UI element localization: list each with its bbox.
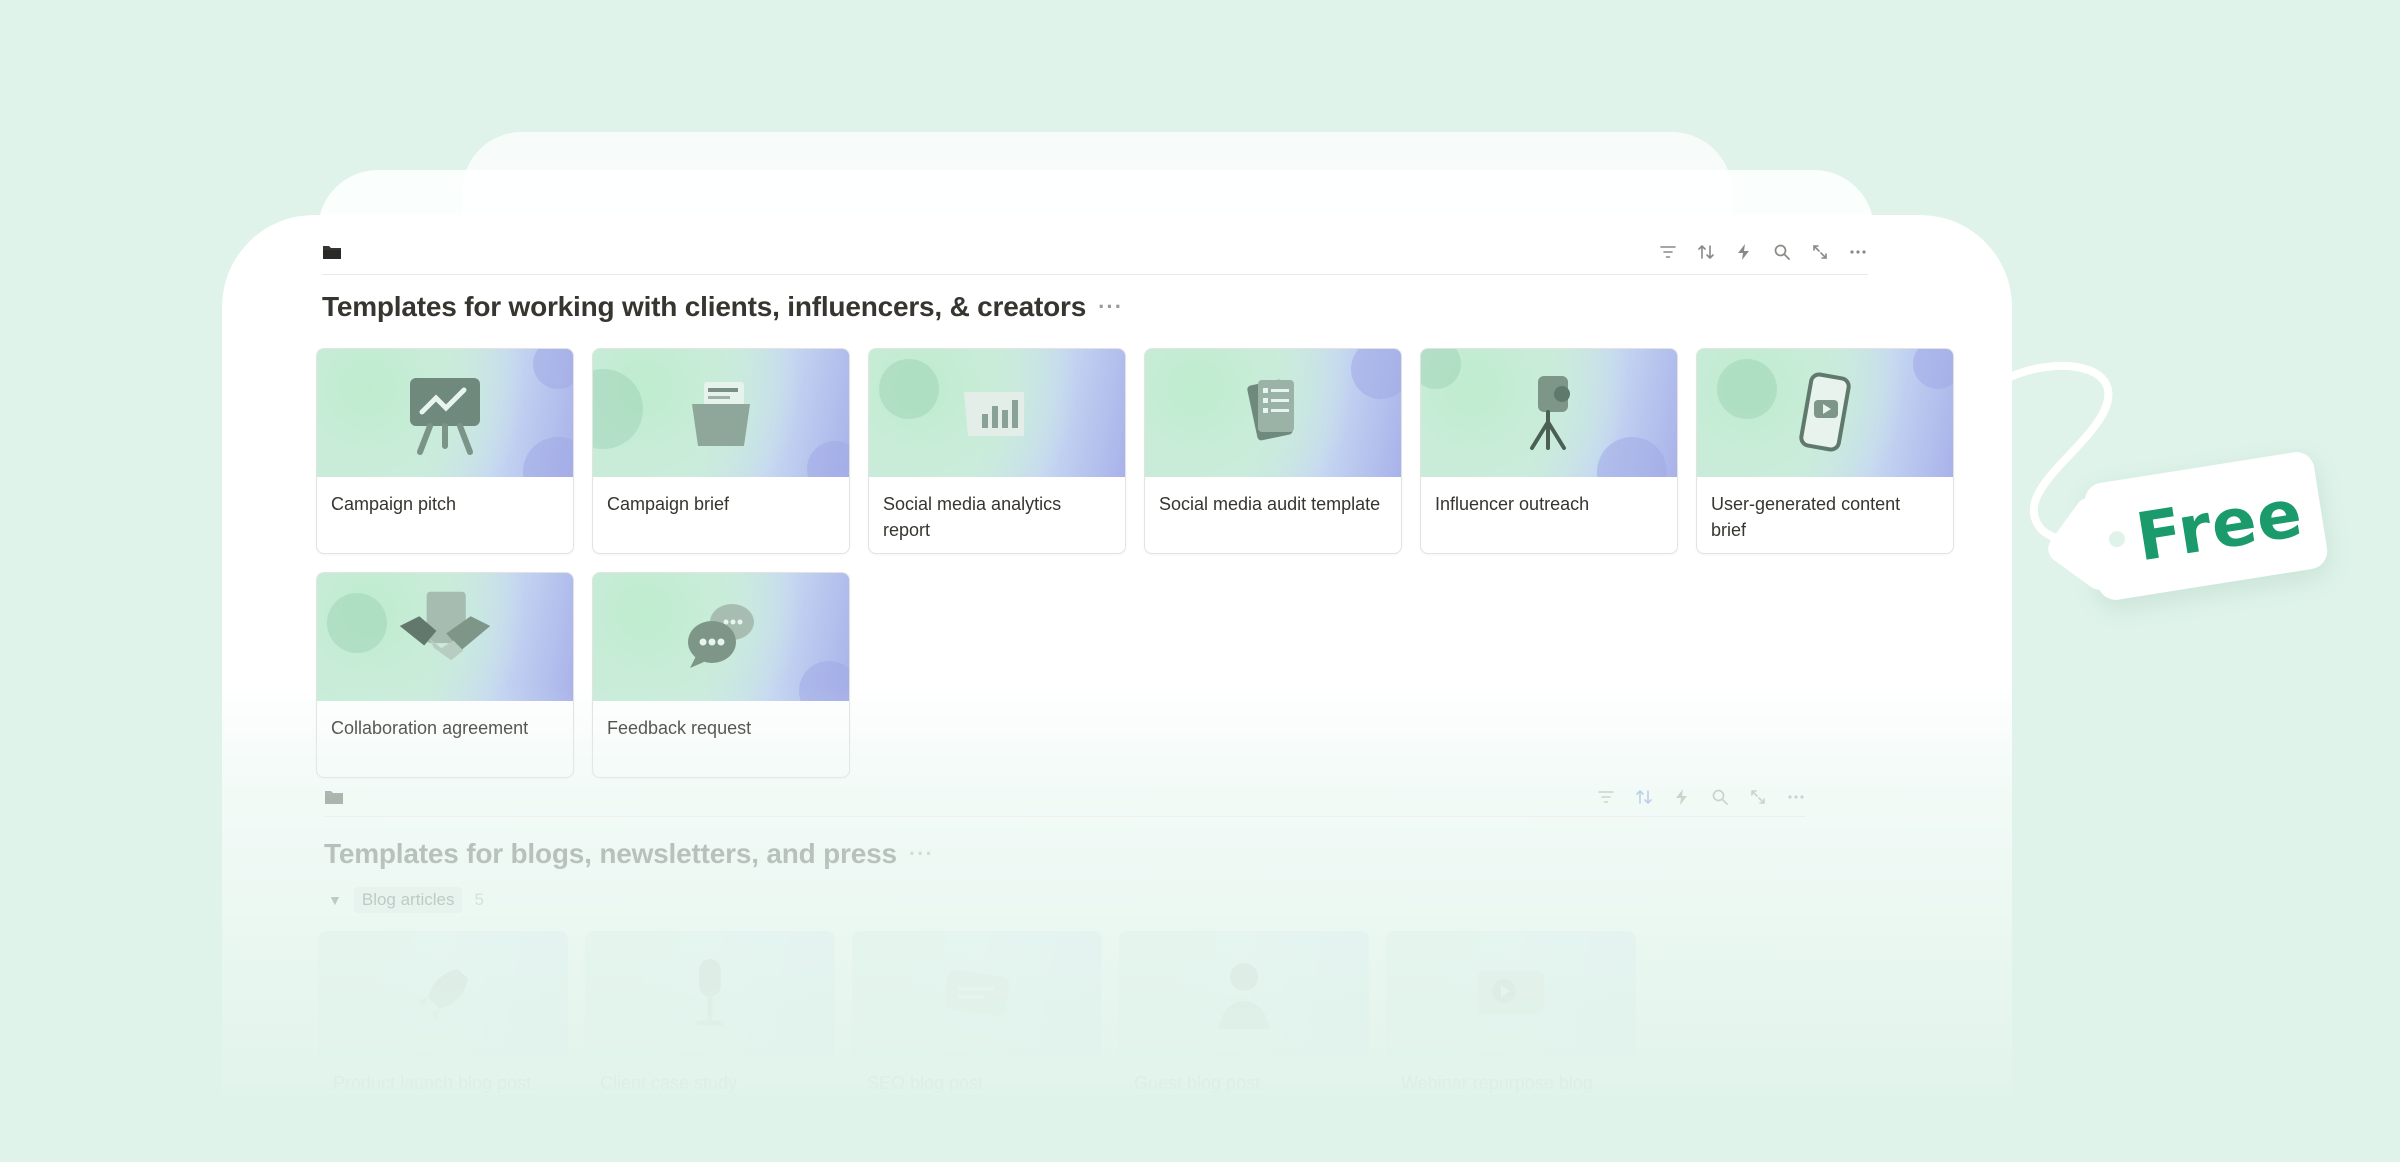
template-card-collaboration-agreement[interactable]: Collaboration agreement	[316, 572, 574, 778]
card-cover	[317, 573, 573, 701]
section-title: Templates for working with clients, infl…	[322, 291, 1123, 323]
card-cover	[1421, 349, 1677, 477]
group-count: 5	[474, 890, 484, 909]
more-options-icon[interactable]	[1786, 787, 1806, 807]
camera-tripod-icon	[1530, 376, 1570, 450]
template-card-client-case-study[interactable]: Client case study	[585, 931, 835, 1095]
card-title: Social media analytics report	[883, 494, 1062, 540]
section-more-button[interactable]: ···	[909, 843, 934, 865]
gallery-grid: Campaign pitch Campaign brief Social med…	[316, 348, 1960, 778]
card-cover	[853, 932, 1101, 1056]
template-card-campaign-brief[interactable]: Campaign brief	[592, 348, 850, 554]
checklist-icon	[1247, 379, 1294, 441]
search-icon[interactable]	[1710, 787, 1730, 807]
folder-icon[interactable]	[324, 787, 344, 807]
filter-icon[interactable]	[1658, 242, 1678, 262]
template-card-guest-blog-post[interactable]: Guest blog post	[1119, 931, 1369, 1095]
card-title: Campaign pitch	[331, 494, 457, 514]
filter-icon[interactable]	[1596, 787, 1616, 807]
microphone-icon	[696, 959, 724, 1026]
card-cover	[317, 349, 573, 477]
free-price-tag: Free	[1990, 355, 2400, 615]
card-cover	[1145, 349, 1401, 477]
presentation-chart-icon	[410, 378, 480, 455]
chat-bubbles-icon	[688, 604, 754, 668]
template-card-campaign-pitch[interactable]: Campaign pitch	[316, 348, 574, 554]
card-title: Feedback request	[607, 718, 752, 738]
card-cover	[593, 573, 849, 701]
expand-icon[interactable]	[1810, 242, 1830, 262]
template-card-influencer-outreach[interactable]: Influencer outreach	[1420, 348, 1678, 554]
handshake-icon	[399, 591, 491, 661]
card-cover	[319, 932, 567, 1056]
phone-play-icon	[1799, 372, 1851, 452]
video-player-icon	[1478, 971, 1544, 1015]
card-title: SEO blog post	[867, 1073, 984, 1093]
card-title: Campaign brief	[607, 494, 730, 514]
card-cover	[593, 349, 849, 477]
collapse-caret-icon[interactable]: ▼	[328, 892, 342, 908]
template-card-user-generated-content-brief[interactable]: User-generated content brief	[1696, 348, 1954, 554]
automation-lightning-icon[interactable]	[1734, 242, 1754, 262]
group-label: Blog articles	[353, 887, 463, 913]
free-label: Free	[2131, 474, 2309, 577]
tag-hole	[2107, 529, 2127, 549]
bar-chart-scroll-icon	[964, 392, 1024, 436]
template-card-seo-blog-post[interactable]: SEO blog post	[852, 931, 1102, 1095]
folder-icon[interactable]	[322, 242, 342, 262]
card-title: Social media audit template	[1159, 494, 1381, 514]
card-cover	[869, 349, 1125, 477]
card-cover	[586, 932, 834, 1056]
folder-documents-icon	[692, 382, 750, 446]
card-title: Webinar repurpose blog post	[1401, 1073, 1593, 1093]
expand-icon[interactable]	[1748, 787, 1768, 807]
more-options-icon[interactable]	[1848, 242, 1868, 262]
gallery-grid-2: Product launch blog post Client case stu…	[318, 931, 1636, 1095]
card-title: Collaboration agreement	[331, 718, 529, 738]
section-title-text: Templates for blogs, newsletters, and pr…	[324, 838, 897, 869]
rocket-icon	[418, 969, 468, 1019]
section-title-text: Templates for working with clients, infl…	[322, 291, 1087, 322]
card-title: User-generated content brief	[1711, 494, 1901, 540]
card-title: Product launch blog post	[333, 1073, 532, 1093]
card-title: Client case study	[600, 1073, 738, 1093]
section-title-2: Templates for blogs, newsletters, and pr…	[324, 838, 934, 870]
card-cover	[1387, 932, 1635, 1056]
card-cover	[1120, 932, 1368, 1056]
notion-page-card: Templates for working with clients, infl…	[222, 215, 2012, 1095]
search-icon[interactable]	[1772, 242, 1792, 262]
person-icon	[1219, 963, 1269, 1029]
sort-icon[interactable]	[1696, 242, 1716, 262]
sort-icon[interactable]	[1634, 787, 1654, 807]
message-card-icon	[944, 969, 1010, 1017]
database-toolbar-2	[324, 777, 1806, 817]
card-title: Guest blog post	[1134, 1073, 1261, 1093]
template-card-social-media-analytics-report[interactable]: Social media analytics report	[868, 348, 1126, 554]
template-card-product-launch-blog-post[interactable]: Product launch blog post	[318, 931, 568, 1095]
card-cover	[1697, 349, 1953, 477]
group-header-blog-articles[interactable]: ▼ Blog articles 5	[328, 887, 484, 913]
section-more-button[interactable]: ···	[1098, 296, 1123, 318]
card-title: Influencer outreach	[1435, 494, 1590, 514]
database-toolbar	[322, 229, 1868, 275]
template-card-social-media-audit-template[interactable]: Social media audit template	[1144, 348, 1402, 554]
template-card-feedback-request[interactable]: Feedback request	[592, 572, 850, 778]
template-card-webinar-repurpose-blog-post[interactable]: Webinar repurpose blog post	[1386, 931, 1636, 1095]
automation-lightning-icon[interactable]	[1672, 787, 1692, 807]
